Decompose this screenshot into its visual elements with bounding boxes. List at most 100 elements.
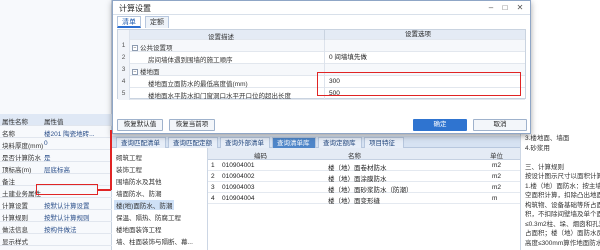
property-value[interactable]: 是 (44, 152, 51, 162)
setting-description: 楼地面水平防水扣门窗洞口水平开口位的超出长度 (148, 93, 291, 100)
property-row[interactable]: 是否计算防水是 (0, 150, 112, 162)
property-value[interactable]: 按默认计算设置 (44, 200, 90, 210)
rule-text-line: 空面积计算，扣除凸出地面的 (525, 192, 600, 199)
tab-bill[interactable]: 清单 (117, 16, 141, 28)
query-tab[interactable]: 项目特征 (364, 137, 404, 148)
property-row[interactable]: 做法信息 按构件做法 (0, 222, 112, 234)
tree-node[interactable]: 楼(地)面防水、防潮 (114, 200, 175, 210)
cell-code: 010904002 (222, 173, 255, 180)
rule-text-line: 1.楼（地）面防水：按主墙间净 (525, 182, 600, 190)
property-row[interactable]: 名称 楼201 陶瓷地砖... (0, 126, 112, 138)
rule-text-line: 高度≤300mm算作地面防水... (525, 239, 600, 247)
grid-header: 编码 名称 单位 (208, 148, 520, 160)
setting-description: 公共设置项 (140, 45, 173, 52)
property-row[interactable]: 计算规则 按默认计算规则 (0, 210, 112, 222)
property-value[interactable]: 0 (44, 140, 48, 147)
rule-text-line: 按设计图示尺寸以面积计算。 (525, 173, 600, 180)
setting-description: 楼地面 (140, 69, 160, 76)
property-key: 块料厚度(mm) (2, 143, 44, 150)
property-row[interactable]: 计算设置 按默认计算设置 (0, 198, 112, 210)
rule-text-line: 占面积；楼（地）面防水反边 (525, 230, 600, 237)
cell-num: 2 (211, 173, 215, 180)
property-row[interactable]: 块料厚度(mm) 0 (0, 138, 112, 150)
calc-settings-dialog: 计算设置 – □ ✕ 清单 定额 设置描述 设置选项 1− 公共设置项 2 房间墙体遇… (112, 0, 531, 134)
close-icon[interactable]: ✕ (514, 2, 526, 14)
property-value[interactable]: 楼201 陶瓷地砖... (44, 128, 95, 138)
ok-button[interactable]: 确定 (413, 119, 467, 131)
calc-setting-highlight (36, 184, 98, 195)
properties-panel: 属性名称 属性值 名称 楼201 陶瓷地砖... 块料厚度(mm) 0 是否计算防水是顶… (0, 0, 112, 250)
highlight-connector (97, 189, 111, 191)
cell-num: 4 (211, 195, 215, 202)
tree-node[interactable]: 砌筑工程 (116, 152, 142, 162)
cell-num: 1 (211, 162, 215, 169)
settings-group-row[interactable]: 1− 公共设置项 (118, 40, 525, 52)
setting-description: 楼地面立面防水的最低高度值(mm) (148, 81, 248, 88)
setting-description: 房间墙体遇到围墙的施工顺序 (148, 57, 233, 64)
category-tree[interactable]: 砌筑工程装饰工程围墙防水及其他 墙面防水、防潮楼(地)面防水、防潮 保温、隔热、防腐… (112, 148, 208, 250)
property-key: 顶标高(m) (2, 167, 32, 174)
restore-current-button[interactable]: 恢复当前项 (169, 119, 215, 131)
setting-option[interactable]: 0 间墙填先做 (324, 52, 524, 64)
cell-name: 楼（地）面变形缝 (328, 198, 380, 205)
tree-node[interactable]: 围墙防水及其他 (116, 176, 162, 186)
row-number: 1 (118, 40, 130, 52)
maximize-icon[interactable]: □ (499, 2, 511, 14)
setting-option[interactable] (324, 40, 524, 52)
row-number: 2 (118, 52, 130, 64)
col-option-header: 设置选项 (324, 30, 524, 40)
dialog-titlebar: 计算设置 – □ ✕ (113, 1, 530, 15)
property-row[interactable]: 显示样式 (0, 234, 112, 246)
dialog-title: 计算设置 (119, 4, 151, 13)
query-tab[interactable]: 查询外部清单 (220, 137, 270, 148)
list-grid: 编码 名称 单位 1 010904001 楼（地）面卷材防水 m2 2 010904002… (208, 148, 520, 250)
query-tab[interactable]: 查询匹配定额 (168, 137, 218, 148)
property-key: 做法信息 (2, 227, 28, 234)
grid-col-name: 名称 (348, 153, 361, 160)
property-key: 计算规则 (2, 215, 28, 222)
properties-header: 属性名称 属性值 (0, 114, 112, 126)
tab-quota[interactable]: 定额 (145, 16, 169, 28)
properties-header-value: 属性值 (44, 119, 64, 126)
properties-header-key: 属性名称 (2, 119, 28, 126)
property-key: 名称 (2, 131, 15, 138)
rule-text-line: 三、计算规则 (525, 163, 564, 171)
cell-num: 3 (211, 184, 215, 191)
tree-node[interactable]: 装饰工程 (116, 164, 142, 174)
property-value[interactable]: 按构件做法 (44, 224, 77, 234)
row-number: 5 (118, 88, 130, 100)
grid-col-code: 编码 (254, 153, 267, 160)
cell-unit: m2 (492, 173, 502, 180)
query-tab[interactable]: 查询清单库 (272, 137, 316, 148)
table-row[interactable]: 4 010904004 楼（地）面变形缝 m (208, 193, 520, 205)
table-row[interactable]: 2 010904002 楼（地）面涂膜防水 m2 (208, 171, 520, 183)
cell-unit: m2 (492, 184, 502, 191)
tree-node[interactable]: 保温、隔热、防腐工程 (116, 212, 181, 222)
rule-description-panel: 3.楼地面、墙面 4.砂浆用三、计算规则按设计图示尺寸以面积计算。 1.楼（地）面防… (520, 0, 600, 250)
restore-default-button[interactable]: 恢复默认值 (117, 119, 163, 131)
collapse-icon[interactable]: − (132, 45, 138, 52)
tree-node[interactable]: 墙面防水、防潮 (116, 188, 162, 198)
cancel-button[interactable]: 取消 (473, 119, 527, 131)
property-key: 是否计算防水 (2, 155, 41, 162)
query-tab[interactable]: 查询定额库 (318, 137, 362, 148)
table-row[interactable]: 3 010904003 楼（地）面砂浆防水（防潮） m2 (208, 182, 520, 194)
collapse-icon[interactable]: − (132, 69, 138, 76)
property-value[interactable]: 层底标高 (44, 164, 70, 174)
table-row[interactable]: 1 010904001 楼（地）面卷材防水 m2 (208, 160, 520, 172)
property-row[interactable]: 顶标高(m) 层底标高 (0, 162, 112, 174)
rule-text-line: 积，不扣除间壁墙及单个面积 (525, 211, 600, 218)
property-key: 计算设置 (2, 203, 28, 210)
rule-text-line: 3.楼地面、墙面 (525, 135, 570, 142)
tree-node[interactable]: 墙、柱面装饰与隔断、幕... (116, 236, 193, 246)
property-value[interactable]: 按默认计算规则 (44, 212, 90, 222)
option-highlight (317, 72, 521, 96)
property-key: 显示样式 (2, 239, 28, 246)
settings-row[interactable]: 2 房间墙体遇到围墙的施工顺序 0 间墙填先做 (118, 52, 525, 64)
cell-code: 010904003 (222, 184, 255, 191)
tree-node[interactable]: 楼地面装饰工程 (116, 224, 162, 234)
cell-code: 010904004 (222, 195, 255, 202)
minimize-icon[interactable]: – (485, 2, 497, 14)
row-number: 4 (118, 76, 130, 88)
query-tab[interactable]: 查询匹配清单 (116, 137, 166, 148)
